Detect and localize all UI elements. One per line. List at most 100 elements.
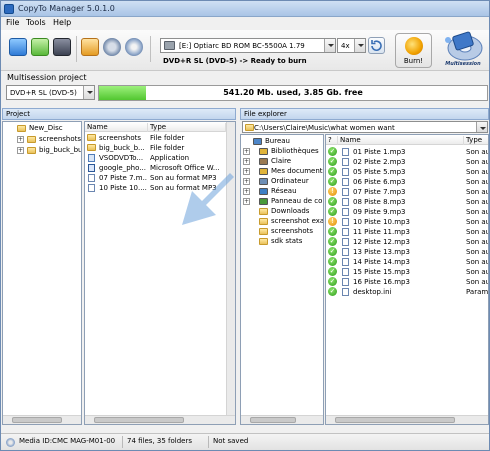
drop-arrow-icon	[182, 173, 234, 225]
drive-select[interactable]: [E:] Optiarc BD ROM BC-5500A 1.79	[160, 38, 336, 53]
project-tree[interactable]: New_Disc + screenshots + big_buck_bu	[2, 121, 82, 425]
list-item[interactable]: VSODVDTo... Application	[85, 153, 226, 163]
toolbar-separator	[76, 36, 77, 62]
list-item[interactable]: ✓ 13 Piste 13.mp3 Son au	[326, 247, 488, 257]
tree-item[interactable]: + Panneau de confi	[241, 197, 323, 207]
expand-icon[interactable]: +	[243, 178, 250, 185]
scroll-thumb[interactable]	[335, 417, 455, 423]
column-type[interactable]: Type	[464, 136, 488, 145]
scroll-thumb[interactable]	[12, 417, 62, 423]
tree-item[interactable]: + Réseau	[241, 187, 323, 197]
explorer-panel-title: File explorer	[244, 110, 287, 118]
new-project-icon[interactable]	[9, 38, 27, 56]
list-item[interactable]: ✓ 08 Piste 8.mp3 Son au	[326, 197, 488, 207]
file-name: 08 Piste 8.mp3	[353, 198, 406, 206]
list-item[interactable]: ✓ 16 Piste 16.mp3 Son au	[326, 277, 488, 287]
list-item[interactable]: ✓ 02 Piste 2.mp3 Son au	[326, 157, 488, 167]
path-combobox[interactable]: C:\Users\Claire\Music\what women want	[242, 121, 488, 133]
expand-icon[interactable]: +	[17, 147, 24, 154]
expand-icon[interactable]: +	[243, 158, 250, 165]
menu-help[interactable]: Help	[53, 18, 71, 27]
column-status[interactable]: ?	[326, 136, 338, 145]
list-item[interactable]: big_buck_b... File folder	[85, 143, 226, 153]
expand-icon[interactable]: +	[243, 198, 250, 205]
list-item[interactable]: ✓ 15 Piste 15.mp3 Son au	[326, 267, 488, 277]
chevron-down-icon[interactable]	[324, 39, 335, 52]
list-item[interactable]: ✓ 01 Piste 1.mp3 Son au	[326, 147, 488, 157]
explorer-list-hscroll[interactable]	[326, 415, 488, 424]
ok-check-icon: ✓	[328, 267, 337, 276]
project-tree-hscroll[interactable]	[3, 415, 81, 424]
file-name: 06 Piste 6.mp3	[353, 178, 406, 186]
file-name: 09 Piste 9.mp3	[353, 208, 406, 216]
list-item[interactable]: ✓ 09 Piste 9.mp3 Son au	[326, 207, 488, 217]
file-type: Son au	[466, 178, 488, 186]
list-item[interactable]: ✓ 11 Piste 11.mp3 Son au	[326, 227, 488, 237]
disc-format-select[interactable]: DVD+R SL (DVD-5)	[6, 85, 95, 100]
project-list-vscroll[interactable]	[226, 122, 235, 415]
tree-item[interactable]: screenshot examp	[241, 217, 323, 227]
chevron-down-icon[interactable]	[83, 86, 94, 99]
burn-button[interactable]: Burn!	[395, 33, 432, 68]
media-id: Media ID:CMC MAG-M01-00	[19, 437, 116, 445]
open-icon[interactable]	[81, 38, 99, 56]
explorer-file-list[interactable]: ? Name Type ✓ 01 Piste 1.mp3 Son au ✓ 02 Pis…	[325, 134, 489, 425]
erase-disc-icon[interactable]	[125, 38, 143, 56]
scroll-thumb[interactable]	[94, 417, 184, 423]
ok-check-icon: ✓	[328, 277, 337, 286]
list-item[interactable]: ! 07 Piste 7.mp3 Son au	[326, 187, 488, 197]
list-item[interactable]: ✓ 12 Piste 12.mp3 Son au	[326, 237, 488, 247]
save-icon[interactable]	[53, 38, 71, 56]
column-name[interactable]: Name	[85, 123, 148, 132]
file-type: Son au	[466, 188, 488, 196]
file-type: Son au	[466, 158, 488, 166]
project-list-hscroll[interactable]	[85, 415, 235, 424]
tree-item-label: sdk stats	[271, 237, 303, 245]
list-item[interactable]: ✓ 14 Piste 14.mp3 Son au	[326, 257, 488, 267]
explorer-tree-hscroll[interactable]	[241, 415, 323, 424]
speed-select[interactable]: 4x	[337, 38, 366, 53]
chevron-down-icon[interactable]	[476, 122, 487, 132]
file-name: 12 Piste 12.mp3	[353, 238, 410, 246]
list-item[interactable]: ✓ 05 Piste 5.mp3 Son au	[326, 167, 488, 177]
tree-item[interactable]: Downloads	[241, 207, 323, 217]
column-name[interactable]: Name	[338, 136, 464, 145]
refresh-drive-button[interactable]	[368, 37, 385, 54]
user-icon	[259, 158, 268, 165]
list-item[interactable]: ✓ desktop.ini Param	[326, 287, 488, 297]
tree-item[interactable]: + Ordinateur	[241, 177, 323, 187]
list-item[interactable]: ✓ 06 Piste 6.mp3 Son au	[326, 177, 488, 187]
menu-tools[interactable]: Tools	[26, 18, 46, 27]
ok-check-icon: ✓	[328, 147, 337, 156]
desktop-icon	[253, 138, 262, 145]
tree-item[interactable]: + screenshots	[3, 135, 81, 145]
tree-item[interactable]: sdk stats	[241, 237, 323, 247]
project-file-list[interactable]: Name Type screenshots File folder big_buck…	[84, 121, 236, 425]
column-type[interactable]: Type	[148, 123, 226, 132]
tree-item[interactable]: screenshots	[241, 227, 323, 237]
tree-item[interactable]: Bureau	[241, 137, 323, 147]
ok-check-icon: ✓	[328, 207, 337, 216]
list-item[interactable]: screenshots File folder	[85, 133, 226, 143]
ok-check-icon: ✓	[328, 227, 337, 236]
tree-item-label: Panneau de confi	[271, 197, 323, 205]
tree-item[interactable]: New_Disc	[3, 124, 81, 134]
expand-icon[interactable]: +	[243, 148, 250, 155]
tree-item[interactable]: + Claire	[241, 157, 323, 167]
explorer-tree[interactable]: Bureau + Bibliothèques + Claire + Mes document…	[240, 134, 324, 425]
list-item[interactable]: ! 10 Piste 10.mp3 Son au	[326, 217, 488, 227]
chevron-down-icon[interactable]	[354, 39, 365, 52]
expand-icon[interactable]: +	[243, 168, 250, 175]
add-folder-icon[interactable]	[31, 38, 49, 56]
status-separator	[122, 436, 123, 448]
scroll-thumb[interactable]	[250, 417, 296, 423]
project-columns: Name Type	[85, 122, 226, 132]
tree-item[interactable]: + Bibliothèques	[241, 147, 323, 157]
expand-icon[interactable]: +	[17, 136, 24, 143]
tree-item[interactable]: + big_buck_bu	[3, 146, 81, 156]
file-type: Son au	[466, 268, 488, 276]
tree-item[interactable]: + Mes documents	[241, 167, 323, 177]
menu-file[interactable]: File	[6, 18, 19, 27]
settings-gear-icon[interactable]	[103, 38, 121, 56]
expand-icon[interactable]: +	[243, 188, 250, 195]
